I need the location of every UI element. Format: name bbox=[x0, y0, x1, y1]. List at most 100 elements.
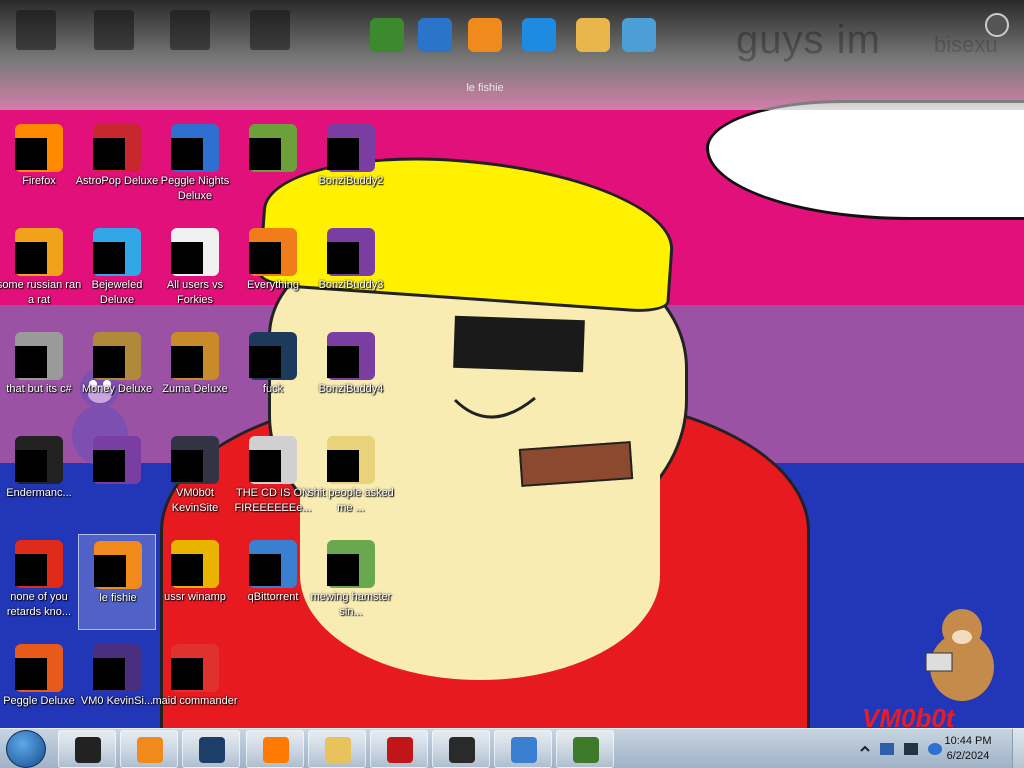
copy-icon bbox=[15, 332, 63, 380]
rat-tool-icon bbox=[15, 228, 63, 276]
desktop-icon-label: VM0b0t KevinSite bbox=[171, 487, 219, 514]
desktop-icon[interactable]: qBittorrent bbox=[234, 534, 312, 630]
desktop-icon-label: BonziBuddy4 bbox=[318, 383, 384, 395]
clock-time: 10:44 PM bbox=[944, 735, 992, 747]
desktop-icon[interactable]: mewing hamster sin... bbox=[311, 534, 391, 630]
chevron-up-icon[interactable] bbox=[858, 743, 872, 755]
desktop-icon-label: Money Deluxe bbox=[81, 383, 153, 395]
desktop-icon[interactable]: VM0 KevinSi... bbox=[78, 638, 156, 734]
desktop-icon[interactable]: some russian ran a rat bbox=[0, 222, 81, 318]
document-icon bbox=[93, 644, 141, 692]
desktop-icon-label: Firefox bbox=[22, 175, 56, 187]
desktop-icon[interactable]: shit people asked me ... bbox=[308, 430, 394, 526]
desktop-icon[interactable]: BonziBuddy3 bbox=[312, 222, 390, 318]
ghost-icon bbox=[250, 10, 290, 50]
zuma-icon bbox=[171, 332, 219, 380]
money-bag-icon bbox=[93, 332, 141, 380]
desktop-icon-label: that but its c# bbox=[6, 383, 72, 395]
plant-icon bbox=[249, 124, 297, 172]
desktop-icon-label: Endermanc... bbox=[6, 487, 72, 499]
taskbar-app-explorer[interactable] bbox=[308, 730, 366, 768]
minecraft-icon[interactable] bbox=[370, 18, 404, 52]
desktop-icon[interactable]: Endermanc... bbox=[0, 430, 78, 526]
fish-icon[interactable] bbox=[468, 18, 502, 52]
desktop-icon-label: shit people asked me ... bbox=[308, 487, 394, 514]
desktop-icon[interactable]: All users vs Forkies bbox=[156, 222, 234, 318]
start-button[interactable] bbox=[6, 730, 46, 768]
users-icon[interactable] bbox=[622, 18, 656, 52]
desktop-icon-label: Peggle Deluxe bbox=[3, 695, 75, 707]
desktop-icon[interactable]: AstroPop Deluxe bbox=[76, 118, 158, 214]
desktop-icon-label: Peggle Nights Deluxe bbox=[160, 175, 230, 202]
dock-menu-icon[interactable] bbox=[985, 13, 1009, 37]
taskbar-app-filezilla[interactable] bbox=[370, 730, 428, 768]
desktop-icon[interactable]: VM0b0t KevinSite bbox=[156, 430, 234, 526]
tree-icon bbox=[573, 737, 599, 763]
desktop-icon-label: le fishie bbox=[99, 592, 137, 604]
desktop-icon-label: none of you retards kno... bbox=[6, 591, 72, 618]
monitor-icon[interactable] bbox=[904, 743, 918, 755]
desktop-icon-label: All users vs Forkies bbox=[166, 279, 224, 306]
kevinsite-icon bbox=[171, 436, 219, 484]
dock-label: le fishie bbox=[466, 82, 504, 94]
desktop-icon[interactable]: le fishie bbox=[78, 534, 156, 630]
qbittorrent-icon bbox=[249, 540, 297, 588]
desktop-icon[interactable] bbox=[78, 430, 156, 526]
desktop-icon[interactable]: BonziBuddy4 bbox=[312, 326, 390, 422]
desktop-icon[interactable]: fuck bbox=[234, 326, 312, 422]
taskbar-app-tree[interactable] bbox=[556, 730, 614, 768]
desktop-icon[interactable]: Money Deluxe bbox=[78, 326, 156, 422]
taskbar-app-terminal[interactable] bbox=[432, 730, 490, 768]
desktop-icon[interactable]: Firefox bbox=[0, 118, 78, 214]
winamp-icon bbox=[171, 540, 219, 588]
desktop-icon-label: BonziBuddy2 bbox=[318, 175, 384, 187]
desktop-icon[interactable]: Zuma Deluxe bbox=[156, 326, 234, 422]
dock-overlay-text: guys im bbox=[736, 18, 881, 62]
ghost-icon bbox=[16, 10, 56, 50]
desktop-icon[interactable]: that but its c# bbox=[0, 326, 78, 422]
cartoon-cigar bbox=[518, 441, 634, 487]
ghost-icon bbox=[94, 10, 134, 50]
bonzi-icon bbox=[327, 332, 375, 380]
taskbar-app-firefox[interactable] bbox=[246, 730, 304, 768]
brand-text: VM0b0t bbox=[862, 703, 955, 728]
top-dock: le fishie guys im bisexu bbox=[0, 0, 1024, 110]
desktop-icon[interactable]: BonziBuddy2 bbox=[312, 118, 390, 214]
gem-icon bbox=[93, 228, 141, 276]
peggle-nights-icon bbox=[171, 124, 219, 172]
cartoon-mouth bbox=[453, 396, 536, 419]
internet-explorer-icon[interactable] bbox=[522, 18, 556, 52]
show-desktop-button[interactable] bbox=[1012, 729, 1024, 768]
photo-viewer-icon[interactable] bbox=[576, 18, 610, 52]
taskbar-app-globe[interactable] bbox=[182, 730, 240, 768]
desktop-icon[interactable] bbox=[234, 118, 312, 214]
taskbar-app-computer[interactable] bbox=[58, 730, 116, 768]
desktop-icon[interactable]: Peggle Nights Deluxe bbox=[156, 118, 234, 214]
computer-icon bbox=[75, 737, 101, 763]
globe-icon[interactable] bbox=[418, 18, 452, 52]
desktop-icon-label: Everything bbox=[247, 279, 299, 291]
shield-icon[interactable] bbox=[880, 743, 894, 755]
desktop-icon[interactable]: Everything bbox=[234, 222, 312, 318]
terminal-icon bbox=[15, 436, 63, 484]
clock[interactable]: 10:44 PM 6/2/2024 bbox=[938, 734, 998, 764]
astropop-icon bbox=[93, 124, 141, 172]
hamster-icon bbox=[327, 540, 375, 588]
taskbar-app-media-player[interactable] bbox=[120, 730, 178, 768]
search-icon bbox=[249, 228, 297, 276]
system-tray: 10:44 PM 6/2/2024 bbox=[834, 729, 1024, 768]
taskbar: 10:44 PM 6/2/2024 bbox=[0, 728, 1024, 768]
desktop-icon[interactable]: Peggle Deluxe bbox=[0, 638, 78, 734]
terminal-icon bbox=[449, 737, 475, 763]
desktop-icon[interactable]: none of you retards kno... bbox=[0, 534, 78, 630]
fish-icon bbox=[94, 541, 142, 589]
taskbar-app-qbittorrent[interactable] bbox=[494, 730, 552, 768]
dock-overlay-text-2: bisexu bbox=[934, 32, 998, 57]
peggle-icon bbox=[15, 644, 63, 692]
desktop-icon[interactable]: THE CD IS ON FIREEEEEEe... bbox=[234, 430, 312, 526]
desktop-icon[interactable]: Bejeweled Deluxe bbox=[78, 222, 156, 318]
cartoon-sunglasses bbox=[453, 315, 585, 373]
steam-icon bbox=[249, 332, 297, 380]
desktop-icon[interactable]: ussr winamp bbox=[156, 534, 234, 630]
desktop-icon[interactable]: maid commander bbox=[153, 638, 237, 734]
